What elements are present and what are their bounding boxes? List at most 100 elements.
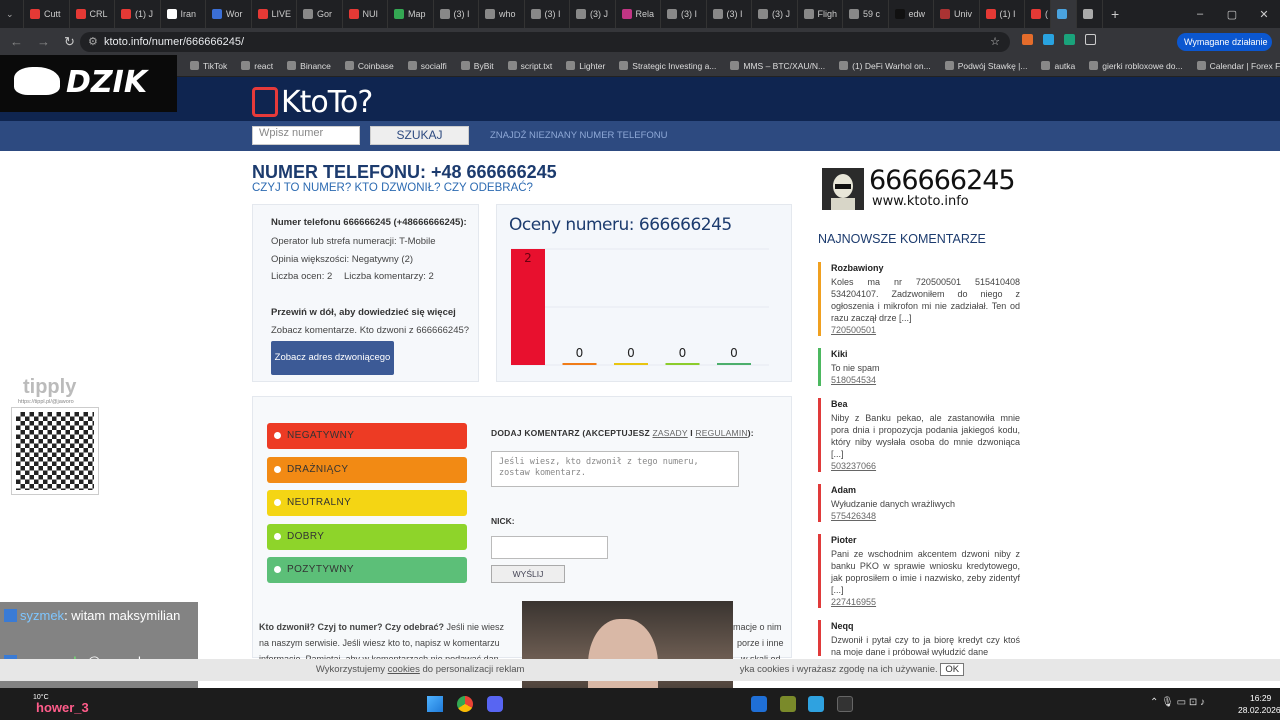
bookmark-item[interactable]: Lighter: [566, 61, 605, 71]
send-button[interactable]: WYŚLIJ: [491, 565, 565, 583]
new-tab-button[interactable]: +: [1103, 6, 1127, 22]
extension-blue-icon[interactable]: [1043, 34, 1054, 45]
browser-tab[interactable]: (3) I: [661, 0, 707, 28]
bookmark-item[interactable]: (1) DeFi Warhol on...: [839, 61, 931, 71]
bookmark-item[interactable]: ByBit: [460, 60, 494, 71]
browser-tab[interactable]: Fligh: [798, 0, 843, 28]
minimize-button[interactable]: –: [1184, 8, 1216, 20]
extension-fox-icon[interactable]: [1022, 34, 1033, 45]
profile-action-button[interactable]: Wymagane działanie: [1177, 33, 1272, 51]
bookmark-item[interactable]: Podwój Stawkę |...: [944, 61, 1027, 71]
bookmark-item[interactable]: Calendar | Forex Fac...: [1196, 61, 1280, 71]
browser-tab[interactable]: Map: [388, 0, 434, 28]
clock-time: 16:29: [1250, 693, 1272, 703]
app-green-taskbar-icon[interactable]: [780, 696, 796, 712]
chat-badge-icon: [4, 609, 17, 622]
caller-address-button[interactable]: Zobacz adres dzwoniącego: [271, 341, 394, 375]
bookmark-icon: [287, 61, 297, 70]
find-unknown-number-link[interactable]: ZNAJDŹ NIEZNANY NUMER TELEFONU: [490, 130, 668, 141]
bookmark-star-icon[interactable]: ☆: [990, 32, 1000, 52]
search-input[interactable]: Wpisz numer: [252, 126, 360, 145]
tab-favicon-icon: [712, 9, 723, 19]
bookmark-item[interactable]: socialfi: [407, 60, 447, 71]
url-bar[interactable]: ⚙ ktoto.info/numer/666666245/ ☆: [80, 32, 1010, 52]
bookmark-label: socialfi: [420, 60, 447, 71]
bookmark-item[interactable]: autka: [1041, 61, 1075, 71]
rules-link[interactable]: ZASADY: [652, 428, 687, 438]
regulations-link[interactable]: REGULAMIN: [695, 428, 747, 438]
tab-title: (: [1045, 9, 1048, 19]
nick-input[interactable]: [491, 536, 608, 559]
extension-teal-icon[interactable]: [1064, 34, 1075, 45]
browser-tab[interactable]: (3) I: [434, 0, 479, 28]
browser-tab[interactable]: Cutt: [24, 0, 70, 28]
browser-tab[interactable]: Wor: [206, 0, 252, 28]
rating-option-drażniący[interactable]: DRAŻNIĄCY: [267, 456, 467, 483]
forward-icon[interactable]: →: [37, 34, 50, 49]
chrome-taskbar-icon[interactable]: [457, 696, 473, 712]
comment-text: To nie spam: [831, 363, 880, 373]
browser-tab[interactable]: (: [1025, 0, 1051, 28]
browser-tab[interactable]: Iran: [161, 0, 206, 28]
comment-number-link[interactable]: 575426348: [831, 511, 876, 521]
comment-number-link[interactable]: 518054534: [831, 375, 876, 385]
app-x-taskbar-icon[interactable]: [751, 696, 767, 712]
bookmark-item[interactable]: MMS – BTC/XAU/N...: [730, 61, 825, 71]
browser-tab[interactable]: edw: [889, 0, 934, 28]
maximize-button[interactable]: ▢: [1216, 8, 1248, 21]
comment-number-link[interactable]: 227416955: [831, 597, 876, 607]
rating-option-neutralny[interactable]: NEUTRALNY: [267, 490, 467, 516]
bookmark-label: Binance: [300, 60, 331, 71]
info-scroll-hint: Przewiń w dół, aby dowiedzieć się więcej: [271, 307, 456, 318]
browser-tab[interactable]: CRL: [70, 0, 115, 28]
browser-tab[interactable]: [1077, 0, 1103, 28]
chart-bar-dobry: [665, 363, 700, 365]
terminal-taskbar-icon[interactable]: [837, 696, 853, 712]
app-notes-taskbar-icon[interactable]: [808, 696, 824, 712]
discord-taskbar-icon[interactable]: [487, 696, 503, 712]
back-icon[interactable]: ←: [10, 34, 23, 49]
site-logo[interactable]: KtoTo?: [252, 84, 373, 120]
bookmark-item[interactable]: script.txt: [507, 61, 552, 71]
extensions-puzzle-icon[interactable]: [1085, 34, 1096, 45]
bookmark-label: ByBit: [473, 60, 494, 71]
browser-tab[interactable]: who: [479, 0, 525, 28]
bookmark-label: Strategic Investing a...: [632, 60, 717, 71]
browser-tab[interactable]: (3) I: [707, 0, 752, 28]
number-avatar: [822, 168, 864, 210]
bookmark-item[interactable]: Coinbase: [344, 61, 394, 71]
close-window-button[interactable]: ✕: [1248, 8, 1280, 21]
browser-tab[interactable]: Univ: [934, 0, 980, 28]
browser-tab[interactable]: (1) J: [115, 0, 161, 28]
comment-number-link[interactable]: 503237066: [831, 461, 876, 471]
browser-tab[interactable]: 59 c: [843, 0, 889, 28]
reload-icon[interactable]: ↻: [64, 34, 75, 50]
browser-tab[interactable]: NUI: [343, 0, 388, 28]
bookmark-item[interactable]: react: [241, 61, 273, 71]
cookie-ok-button[interactable]: OK: [940, 663, 965, 676]
bookmark-item[interactable]: Strategic Investing a...: [619, 61, 716, 71]
browser-tab[interactable]: Rela: [616, 0, 661, 28]
comment-number-link[interactable]: 720500501: [831, 325, 876, 335]
bookmark-item[interactable]: gierki robloxowe do...: [1089, 61, 1183, 71]
browser-tab[interactable]: LIVE: [252, 0, 297, 28]
rating-option-dobry[interactable]: DOBRY: [267, 523, 467, 550]
tab-list-button[interactable]: ⌄: [0, 0, 24, 28]
browser-tab[interactable]: [1051, 0, 1077, 28]
rating-option-negatywny[interactable]: NEGATYWNY: [267, 423, 467, 449]
rating-option-pozytywny[interactable]: POZYTYWNY: [267, 557, 467, 583]
browser-tab[interactable]: (3) J: [570, 0, 616, 28]
cookie-link[interactable]: cookies: [388, 664, 420, 675]
browser-tab[interactable]: (1) I: [980, 0, 1025, 28]
browser-tab[interactable]: Gor: [297, 0, 343, 28]
search-button[interactable]: SZUKAJ: [370, 126, 469, 145]
site-header: [0, 77, 1280, 121]
bookmark-item[interactable]: Binance: [287, 61, 331, 71]
site-info-icon[interactable]: ⚙: [88, 32, 98, 52]
bookmark-item[interactable]: TikTok: [190, 61, 227, 71]
windows-start-icon[interactable]: [427, 696, 443, 712]
tab-title: (3) I: [453, 9, 470, 19]
browser-tab[interactable]: (3) I: [525, 0, 570, 28]
browser-tab[interactable]: (3) J: [752, 0, 798, 28]
comment-textarea[interactable]: Jeśli wiesz, kto dzwonił z tego numeru, …: [491, 451, 739, 487]
